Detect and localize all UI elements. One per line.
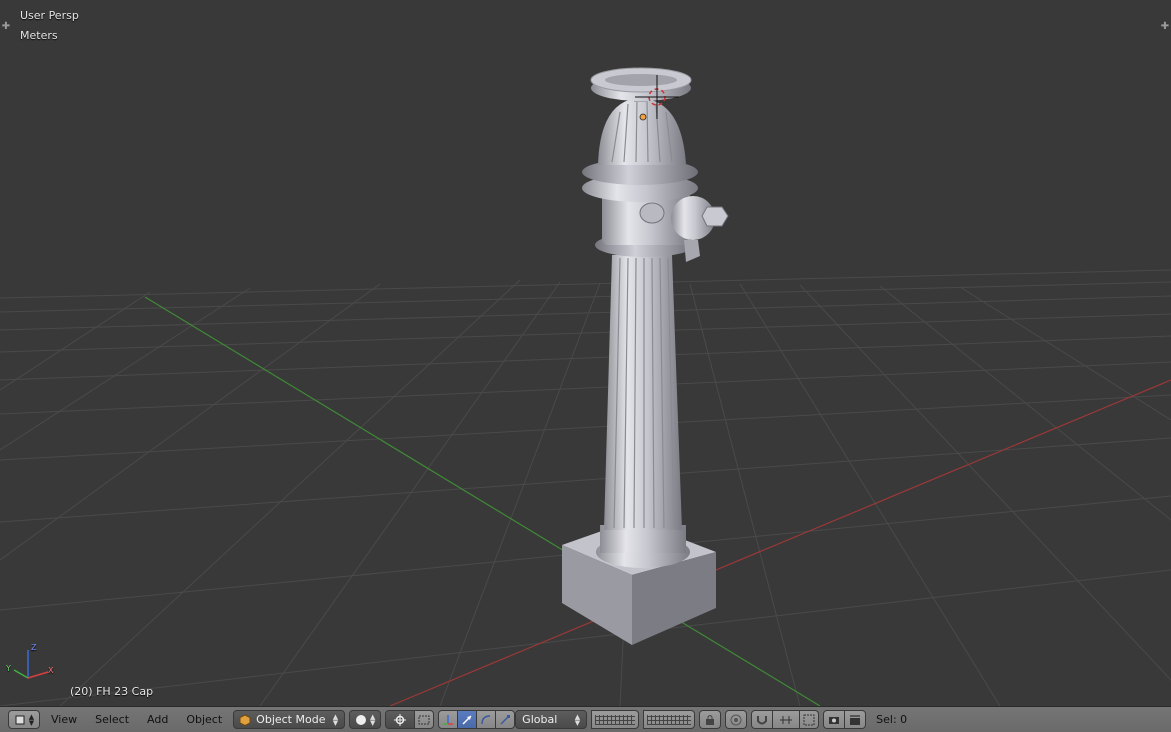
camera-icon: [829, 716, 840, 724]
mode-selector[interactable]: Object Mode ▲ ▼: [233, 710, 346, 729]
transform-orientation-selector[interactable]: Global ▲ ▼: [515, 710, 588, 729]
3d-view-icon: [15, 715, 25, 724]
layer-buttons-1-5[interactable]: [591, 710, 640, 729]
axis-label-z: Z: [31, 643, 37, 652]
snap-toggle-button[interactable]: [751, 710, 774, 729]
selection-status: Sel: 0: [876, 713, 908, 726]
translate-icon: [462, 714, 472, 725]
mode-label: Object Mode: [256, 713, 326, 726]
lock-layers-icon: [706, 714, 715, 725]
layers-grid-icon: [647, 714, 692, 725]
view-name: User Persp: [20, 9, 79, 22]
rotate-manipulator[interactable]: [476, 710, 497, 729]
object-origin: [639, 113, 647, 121]
manipulator-toggle[interactable]: [438, 710, 459, 729]
y-axis-line: [144, 296, 821, 706]
sphere-solid-icon: [355, 714, 366, 725]
rotate-icon: [481, 714, 491, 724]
layers-block-2: [643, 710, 696, 729]
object-menu[interactable]: Object: [179, 713, 229, 726]
lock-scene-layers-button[interactable]: [699, 710, 722, 729]
3d-view-header: ▲ ▼ View Select Add Object Object Mode ▲ ▼…: [0, 706, 1171, 732]
snap-target-icon: [803, 714, 815, 725]
pivot-only-origins-button[interactable]: [414, 710, 435, 729]
3d-viewport[interactable]: User Persp Meters (20) FH 23 Cap Z X Y ✚…: [0, 0, 1171, 706]
view-menu[interactable]: View: [44, 713, 84, 726]
viewport-shading-button[interactable]: ▲ ▼: [349, 710, 382, 729]
units-label: Meters: [20, 29, 58, 42]
hydrant-model: [562, 67, 729, 645]
manipulator-toggle-icon: [443, 714, 454, 725]
properties-toggle-icon[interactable]: ✚: [1160, 22, 1170, 32]
floor-grid: [0, 269, 1171, 706]
axis-gizmo: [13, 650, 49, 679]
layer-buttons-6-10[interactable]: [643, 710, 696, 729]
active-object-info: (20) FH 23 Cap: [70, 685, 154, 698]
axis-label-x: X: [48, 666, 54, 675]
proportional-editing-button[interactable]: [725, 710, 748, 729]
pivot-point-button[interactable]: [385, 710, 416, 729]
scale-manipulator[interactable]: [495, 710, 516, 729]
axis-label-y: Y: [6, 664, 11, 673]
proportional-edit-icon: [730, 714, 742, 725]
select-menu[interactable]: Select: [88, 713, 136, 726]
scene-canvas[interactable]: [0, 0, 1171, 706]
snap-target-button[interactable]: [799, 710, 820, 729]
clapperboard-icon: [850, 714, 861, 725]
snap-element-button[interactable]: [772, 710, 801, 729]
scale-icon: [500, 714, 511, 725]
orientation-label: Global: [522, 713, 558, 726]
layers-grid-icon: [595, 714, 636, 725]
opengl-render-image-button[interactable]: [823, 710, 846, 729]
snap-increment-icon: [780, 715, 793, 724]
x-axis-line: [389, 379, 1171, 706]
pivot-point-icon: [394, 713, 407, 726]
magnet-icon: [757, 715, 768, 724]
translate-manipulator[interactable]: [457, 710, 478, 729]
opengl-render-animation-button[interactable]: [844, 710, 867, 729]
layers-block-1: [591, 710, 640, 729]
origins-icon: [418, 715, 430, 724]
editor-type-button[interactable]: ▲ ▼: [8, 710, 40, 729]
add-menu[interactable]: Add: [140, 713, 175, 726]
cube-icon: [239, 713, 251, 726]
toolshelf-toggle-icon[interactable]: ✚: [1, 22, 11, 32]
